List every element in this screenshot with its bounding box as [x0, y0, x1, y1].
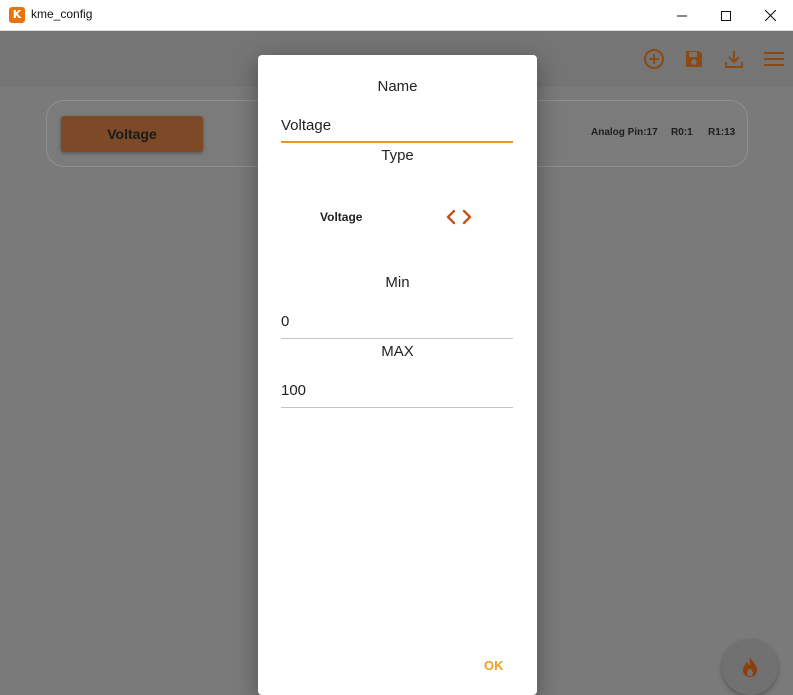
edit-sensor-dialog: Name Voltage Type Voltage Min 0 MAX 100 …: [258, 55, 537, 695]
r1-label: R1:13: [708, 127, 736, 138]
close-button[interactable]: [747, 0, 793, 31]
min-field-value: 0: [281, 313, 290, 330]
name-field[interactable]: Voltage: [281, 113, 513, 143]
analog-pin-label: Analog Pin:17: [591, 127, 658, 138]
type-label: Type: [381, 147, 414, 164]
menu-button[interactable]: [762, 47, 786, 71]
max-field-value: 100: [281, 382, 307, 399]
menu-icon: [764, 52, 784, 66]
name-label: Name: [377, 78, 418, 95]
close-icon: [764, 10, 776, 21]
fab-button[interactable]: [722, 639, 778, 695]
min-label: Min: [385, 274, 410, 291]
r0-label: R0:1: [671, 127, 693, 138]
minimize-icon: [677, 15, 687, 16]
name-field-underline: [281, 141, 513, 143]
sensor-name-button[interactable]: Voltage: [61, 116, 203, 152]
min-field[interactable]: 0: [281, 309, 513, 339]
window-titlebar: K kme_config: [0, 0, 793, 31]
add-button[interactable]: [642, 47, 666, 71]
max-label: MAX: [381, 343, 414, 360]
ok-button[interactable]: OK: [484, 658, 504, 673]
download-icon: [725, 51, 743, 68]
add-circle-icon: [644, 49, 664, 69]
type-value: Voltage: [320, 210, 363, 224]
minimize-button[interactable]: [659, 0, 705, 31]
type-toggle-button[interactable]: [445, 208, 473, 226]
save-button[interactable]: [682, 47, 706, 71]
maximize-button[interactable]: [703, 0, 749, 31]
min-field-underline: [281, 338, 513, 339]
save-icon: [686, 51, 702, 67]
window-title: kme_config: [31, 7, 93, 21]
code-chevrons-icon: [446, 209, 472, 225]
download-button[interactable]: [722, 47, 746, 71]
flame-icon: [743, 657, 757, 677]
app-icon: K: [9, 7, 25, 23]
max-field-underline: [281, 407, 513, 408]
name-field-value: Voltage: [281, 117, 332, 134]
maximize-icon: [721, 10, 731, 21]
max-field[interactable]: 100: [281, 378, 513, 408]
